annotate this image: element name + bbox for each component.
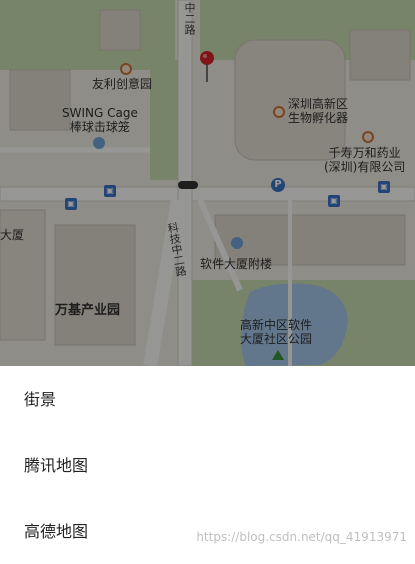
option-street-view[interactable]: 街景	[0, 368, 415, 432]
option-tencent-map[interactable]: 腾讯地图	[0, 434, 415, 498]
action-sheet: 街景 腾讯地图 高德地图	[0, 366, 415, 556]
dim-overlay[interactable]	[0, 0, 415, 366]
watermark: https://blog.csdn.net/qq_41913971	[196, 530, 407, 544]
